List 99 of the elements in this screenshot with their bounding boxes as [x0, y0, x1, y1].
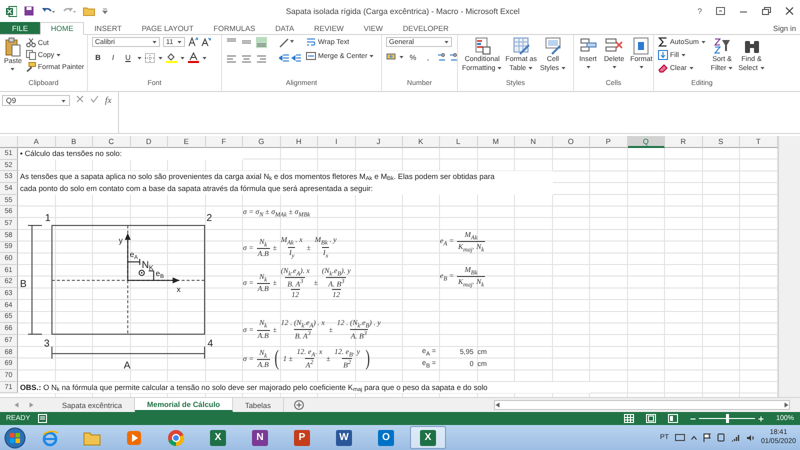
macro-record-icon[interactable] — [38, 414, 48, 423]
page-layout-icon[interactable] — [646, 414, 656, 423]
volume-icon[interactable] — [746, 434, 755, 442]
caret-icon — [586, 65, 590, 70]
caret-icon — [760, 66, 765, 70]
decimal-places-icon[interactable] — [437, 52, 459, 62]
shrink-font-icon[interactable] — [201, 37, 211, 47]
caret-icon — [202, 56, 207, 60]
axis-label: y — [118, 236, 123, 246]
customize-icon[interactable] — [102, 7, 108, 15]
enter-icon[interactable] — [90, 95, 99, 103]
app-logo-icon: N — [252, 430, 268, 446]
close-icon[interactable] — [785, 7, 794, 15]
caret-icon — [497, 66, 502, 70]
sort-filter-icon — [713, 37, 732, 55]
horizontal-scrollbar[interactable] — [494, 400, 790, 410]
caret-icon — [612, 65, 617, 70]
caret-icon — [10, 67, 16, 72]
app-logo-icon: X — [210, 430, 226, 446]
show-hidden-icon[interactable] — [690, 434, 697, 440]
normal-view-icon[interactable] — [624, 414, 634, 423]
merge-icon — [306, 51, 316, 61]
flag-icon[interactable] — [702, 433, 711, 442]
caret-icon — [700, 40, 706, 44]
axis-label: x — [176, 285, 181, 294]
app-logo-icon: X — [420, 430, 436, 446]
caret-icon — [56, 53, 62, 57]
caret-icon — [152, 40, 157, 44]
zoom-out-icon[interactable] — [690, 416, 696, 422]
start-button-icon[interactable] — [4, 426, 26, 448]
grow-font-icon[interactable] — [188, 37, 198, 47]
taskbar-app[interactable]: O — [368, 426, 404, 449]
sigma-icon — [658, 37, 668, 47]
caret-icon — [399, 55, 404, 59]
restore-icon[interactable] — [762, 7, 771, 15]
corner-label: 1 — [44, 213, 50, 224]
caret-icon — [180, 56, 185, 60]
scroll-right-icon[interactable] — [784, 402, 789, 408]
window-title: Sapata isolada rígida (Carga excêntrica) - Macro - Microsoft Excel — [284, 6, 521, 16]
scroll-left-icon[interactable] — [494, 402, 500, 408]
caret-icon — [177, 40, 182, 44]
font-color-icon[interactable] — [188, 52, 199, 63]
borders-icon[interactable] — [145, 52, 155, 62]
corner-label: 4 — [208, 339, 214, 350]
caret-icon — [61, 98, 66, 102]
dimension-label: B — [20, 279, 27, 290]
wrap-text-icon — [306, 37, 316, 47]
taskbar-app[interactable]: P — [284, 426, 320, 449]
caret-icon — [638, 65, 644, 70]
clipboard-icon — [4, 37, 21, 57]
caret-icon — [137, 56, 142, 60]
caret-icon — [158, 56, 163, 60]
corner-label: 3 — [44, 339, 50, 350]
ribbon-display-icon[interactable] — [716, 7, 725, 15]
dimension-label: A — [124, 361, 130, 370]
insert-function-button[interactable]: fx — [105, 95, 112, 105]
media-player-icon — [125, 428, 143, 446]
currency-icon[interactable] — [386, 52, 396, 62]
help-button[interactable]: ? — [698, 6, 702, 16]
taskbar-app[interactable]: W — [326, 426, 362, 449]
copy-icon — [26, 50, 36, 60]
scissors-icon — [26, 38, 36, 48]
vertical-scrollbar[interactable] — [778, 136, 800, 397]
spreadsheet-icon — [6, 6, 17, 16]
save-icon[interactable] — [24, 6, 34, 16]
caret-icon — [560, 66, 566, 70]
format-cells-icon — [631, 37, 652, 55]
signal-icon[interactable] — [730, 434, 740, 442]
page-break-icon[interactable] — [668, 414, 678, 423]
app-logo-icon: W — [336, 430, 352, 446]
corner-label: 2 — [206, 213, 212, 224]
indent-icon[interactable] — [279, 54, 301, 64]
app-logo-icon: O — [378, 430, 394, 446]
load-label: N$_{K}$ — [142, 260, 154, 272]
eccentricity-label: e$_{B}$ — [156, 269, 164, 280]
orientation-icon[interactable] — [279, 37, 295, 48]
fill-color-icon[interactable] — [166, 52, 177, 63]
browser-icon — [41, 428, 59, 446]
taskbar-app[interactable]: N — [242, 426, 278, 449]
cell-styles-icon — [542, 37, 563, 55]
chrome-icon — [167, 428, 185, 446]
taskbar-app[interactable]: X — [200, 426, 236, 449]
caret-icon — [528, 66, 534, 70]
eccentricity-label: e$_{A}$ — [130, 250, 138, 262]
caret-icon — [369, 54, 374, 58]
folder-icon[interactable] — [83, 6, 95, 16]
eraser-icon — [658, 63, 668, 73]
fill-down-icon — [658, 50, 668, 60]
paintbrush-icon — [26, 62, 36, 72]
zoom-in-icon[interactable] — [758, 416, 764, 422]
cancel-icon[interactable] — [76, 95, 84, 103]
add-sheet-icon[interactable] — [294, 400, 304, 410]
caret-icon — [444, 40, 449, 44]
app-logo-icon: P — [294, 430, 310, 446]
caret-icon — [728, 66, 734, 70]
taskbar-app[interactable]: X — [410, 426, 446, 449]
table-format-icon — [511, 37, 532, 55]
caret-icon — [680, 53, 686, 57]
caret-icon — [688, 66, 694, 70]
